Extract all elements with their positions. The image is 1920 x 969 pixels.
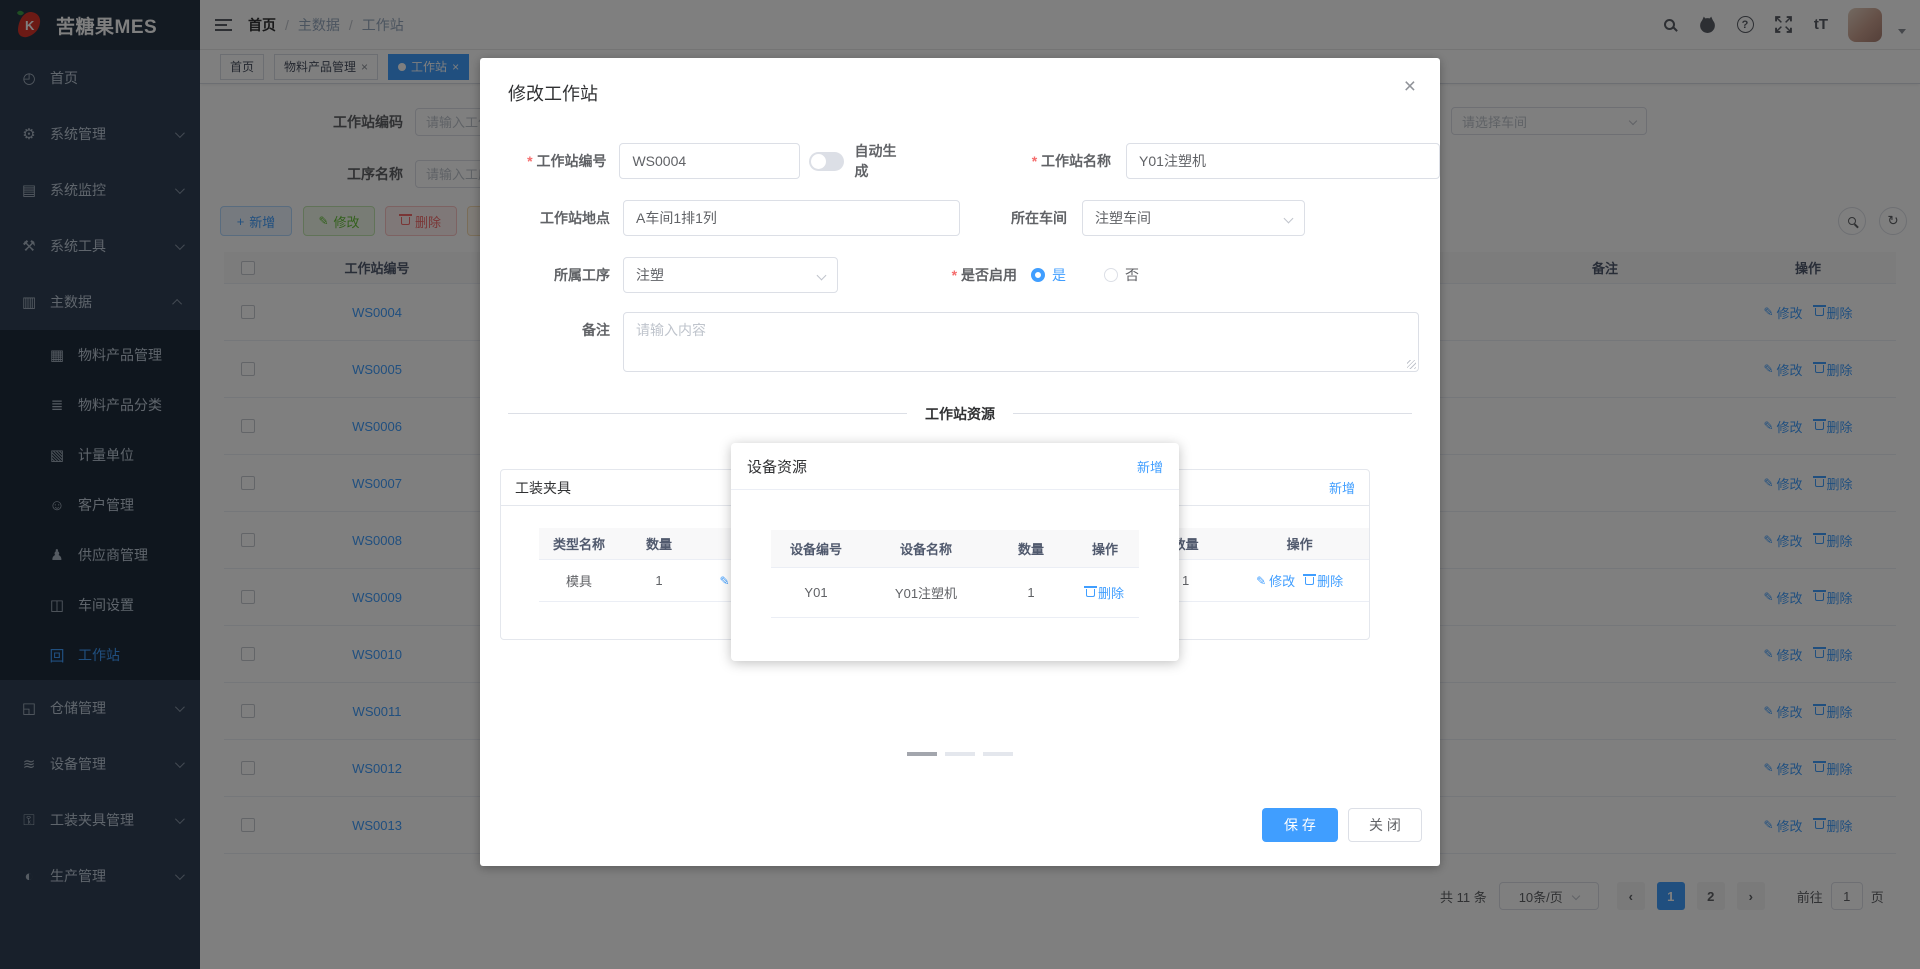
remark-textarea[interactable] bbox=[623, 312, 1419, 372]
device-delete-link[interactable]: 删除 bbox=[1083, 583, 1124, 602]
carousel-indicator[interactable] bbox=[983, 752, 1013, 756]
station-name-input[interactable] bbox=[1126, 143, 1440, 179]
station-code-input[interactable] bbox=[619, 143, 801, 179]
device-popup-title: 设备资源 bbox=[747, 458, 808, 476]
resize-grip-icon[interactable] bbox=[1407, 360, 1416, 369]
remark-label: 备注 bbox=[582, 322, 610, 338]
auto-generate-label: 自动生成 bbox=[854, 143, 897, 179]
dialog-title: 修改工作站 bbox=[508, 84, 598, 104]
chevron-down-icon bbox=[1283, 213, 1294, 223]
close-icon[interactable]: × bbox=[1404, 76, 1416, 97]
save-button[interactable]: 保 存 bbox=[1262, 808, 1338, 842]
station-name-label: 工作站名称 bbox=[971, 151, 1111, 171]
device-add-link[interactable]: 新增 bbox=[1137, 457, 1163, 476]
fixture-panel-title: 工装夹具 bbox=[515, 479, 571, 496]
process-label: 所属工序 bbox=[554, 267, 610, 283]
carousel-indicator[interactable] bbox=[945, 752, 975, 756]
workshop-label: 所在车间 bbox=[1011, 210, 1067, 226]
pencil-icon: ✎ bbox=[1256, 573, 1267, 588]
enabled-no-radio[interactable]: 否 bbox=[1104, 265, 1139, 285]
trash-icon bbox=[1083, 585, 1097, 597]
trash-icon bbox=[1303, 573, 1317, 585]
station-code-label: 工作站编号 bbox=[480, 151, 606, 171]
process-select[interactable]: 注塑 bbox=[623, 257, 838, 293]
chevron-down-icon bbox=[816, 270, 827, 280]
station-location-label: 工作站地点 bbox=[540, 210, 610, 226]
right-panel-edit-link[interactable]: ✎ 修改 bbox=[1256, 571, 1295, 590]
carousel-indicators bbox=[480, 752, 1440, 756]
workshop-select[interactable]: 注塑车间 bbox=[1082, 200, 1305, 236]
radio-icon bbox=[1031, 268, 1045, 282]
device-table-row: Y01 Y01注塑机 1 删除 bbox=[771, 568, 1139, 618]
right-panel-add-link[interactable]: 新增 bbox=[1329, 478, 1355, 497]
enabled-label: 是否启用 bbox=[873, 265, 1017, 285]
close-button[interactable]: 关 闭 bbox=[1348, 808, 1422, 842]
device-resource-popup: 设备资源 新增 设备编号 设备名称 数量 操作 Y01 Y01注塑机 1 删除 bbox=[731, 443, 1179, 661]
auto-generate-toggle[interactable] bbox=[809, 151, 845, 171]
device-table-header: 设备编号 设备名称 数量 操作 bbox=[771, 530, 1139, 568]
pencil-icon: ✎ bbox=[719, 573, 730, 588]
carousel-indicator[interactable] bbox=[907, 752, 937, 756]
radio-icon bbox=[1104, 268, 1118, 282]
right-panel-delete-link[interactable]: 删除 bbox=[1303, 571, 1343, 590]
enabled-yes-radio[interactable]: 是 bbox=[1031, 265, 1066, 285]
station-location-input[interactable] bbox=[623, 200, 960, 236]
resources-divider: 工作站资源 bbox=[480, 404, 1440, 424]
